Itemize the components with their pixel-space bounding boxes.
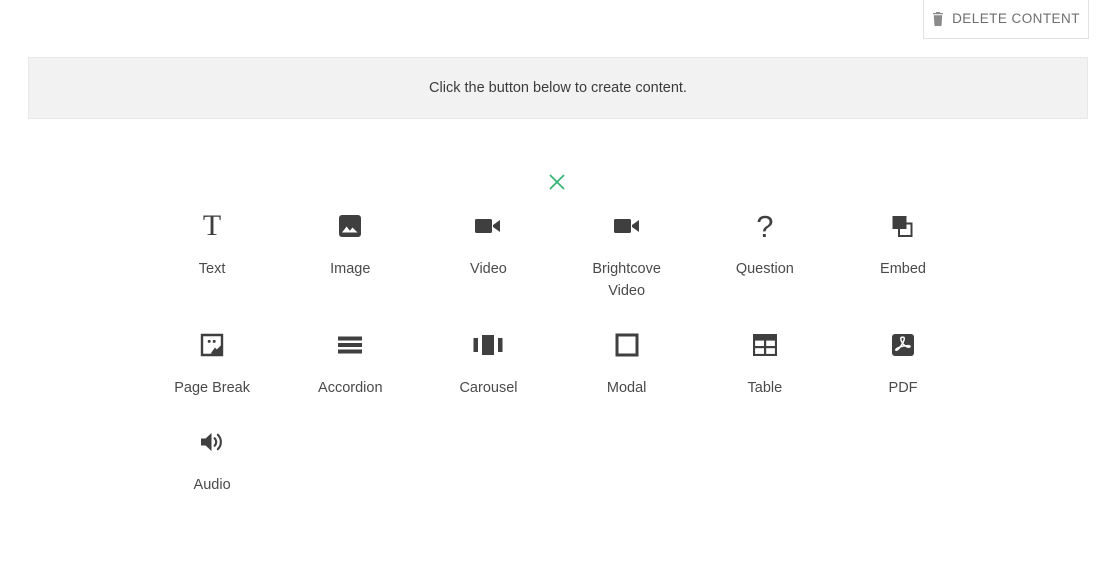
pdf-icon <box>890 327 916 363</box>
content-tile-embed[interactable]: Embed <box>834 206 972 302</box>
carousel-icon <box>473 327 503 363</box>
page-break-icon <box>199 327 225 363</box>
question-icon: ? <box>756 208 774 244</box>
delete-content-label: DELETE CONTENT <box>952 10 1080 26</box>
content-tile-label: Modal <box>606 380 647 396</box>
info-banner: Click the button below to create content… <box>28 57 1088 119</box>
embed-icon <box>890 208 916 244</box>
content-tile-brightcove-video[interactable]: Brightcove Video <box>558 206 696 302</box>
video-icon <box>474 208 502 244</box>
content-tile-question[interactable]: ? Question <box>696 206 834 302</box>
content-tile-label: Image <box>330 261 371 277</box>
content-tile-text[interactable]: T Text <box>143 206 281 302</box>
audio-icon <box>199 424 225 460</box>
content-tile-label: Brightcove Video <box>592 261 661 299</box>
content-tile-accordion[interactable]: Accordion <box>281 325 419 399</box>
close-picker-button[interactable] <box>543 168 571 196</box>
content-tile-label: Video <box>470 261 507 277</box>
content-tile-table[interactable]: Table <box>696 325 834 399</box>
content-tile-carousel[interactable]: Carousel <box>419 325 557 399</box>
content-tile-label: Text <box>198 261 226 277</box>
content-tile-modal[interactable]: Modal <box>558 325 696 399</box>
trash-icon <box>932 7 944 26</box>
content-tile-label: Carousel <box>459 380 518 396</box>
content-tile-pdf[interactable]: PDF <box>834 325 972 399</box>
info-banner-text: Click the button below to create content… <box>429 79 687 96</box>
content-tile-page-break[interactable]: Page Break <box>143 325 281 399</box>
content-tile-image[interactable]: Image <box>281 206 419 302</box>
content-tile-audio[interactable]: Audio <box>143 422 281 496</box>
content-tile-label: Accordion <box>318 380 383 396</box>
content-tile-label: Page Break <box>174 380 250 396</box>
content-type-grid: T Text Image Video Brightcove Video ? Qu… <box>143 206 972 496</box>
close-x-icon <box>548 173 566 191</box>
delete-content-button[interactable]: DELETE CONTENT <box>923 0 1089 39</box>
content-tile-label: Embed <box>880 261 926 277</box>
table-icon <box>752 327 777 363</box>
content-tile-label: PDF <box>888 380 918 396</box>
modal-icon <box>615 327 639 363</box>
content-tile-label: Audio <box>193 477 231 493</box>
top-toolbar: DELETE CONTENT <box>0 0 1114 40</box>
accordion-icon <box>337 327 363 363</box>
close-button-row <box>0 168 1114 196</box>
text-icon: T <box>202 209 222 242</box>
content-tile-label: Table <box>747 380 783 396</box>
content-tile-video[interactable]: Video <box>419 206 557 302</box>
brightcove-video-icon <box>613 208 641 244</box>
content-tile-label: Question <box>735 261 794 277</box>
image-icon <box>337 208 363 244</box>
